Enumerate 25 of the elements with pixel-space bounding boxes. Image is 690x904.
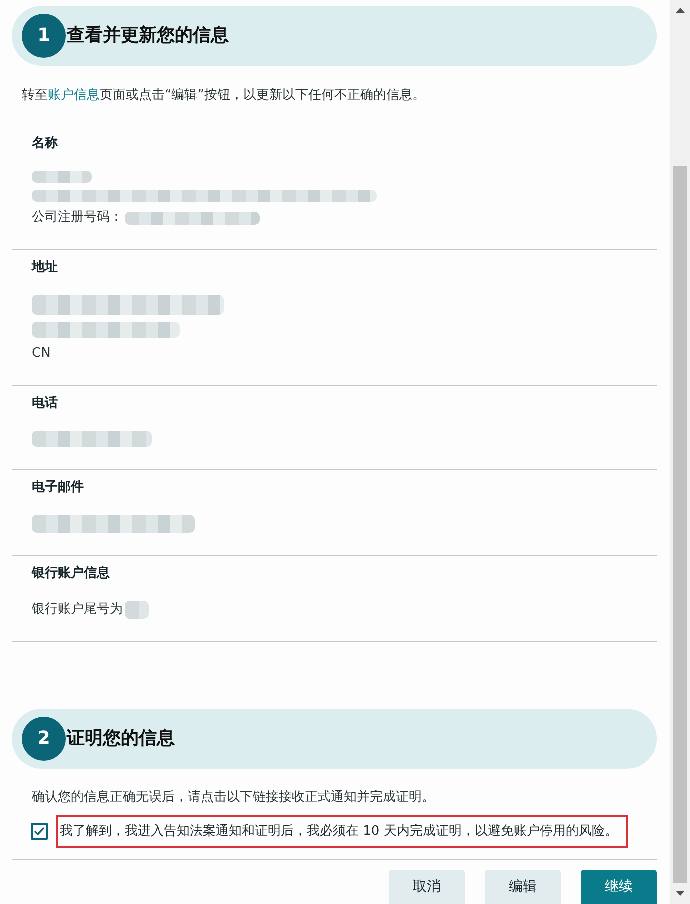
step-title: 查看并更新您的信息	[67, 24, 229, 48]
step-title: 证明您的信息	[67, 727, 175, 751]
action-button[interactable]: 编辑	[485, 870, 561, 904]
field-text: 银行账户尾号为	[32, 601, 123, 619]
instruction-text: 确认您的信息正确无误后，请点击以下链接接收正式通知并完成证明。	[32, 789, 435, 807]
field-text: 公司注册号码：	[32, 209, 123, 227]
section-title: 银行账户信息	[32, 565, 110, 583]
acknowledgement-text: 我了解到，我进入告知法案通知和证明后，我必须在 10 天内完成证明，以避免账户停用的风险。	[60, 823, 618, 840]
field-text: CN	[32, 345, 51, 363]
blurred-block	[32, 171, 92, 183]
continue-button[interactable]: 继续	[581, 870, 657, 904]
section-title: 名称	[32, 135, 58, 153]
intro-text: 转至账户信息页面或点击“编辑”按钮，以更新以下任何不正确的信息。	[22, 87, 426, 105]
scrollbar-thumb[interactable]	[673, 166, 687, 883]
account-info-link[interactable]: 账户信息	[48, 88, 100, 103]
checkbox[interactable]	[31, 823, 48, 840]
checkmark-icon	[34, 827, 45, 836]
action-button[interactable]: 取消	[389, 870, 465, 904]
section-title: 电话	[32, 395, 58, 413]
scroll-up-icon[interactable]	[676, 8, 684, 13]
section-title: 地址	[32, 259, 58, 277]
section-title: 电子邮件	[32, 479, 84, 497]
step-number-badge: 2	[22, 717, 66, 761]
step-number-badge: 1	[22, 14, 66, 58]
scroll-down-icon[interactable]	[676, 891, 684, 896]
